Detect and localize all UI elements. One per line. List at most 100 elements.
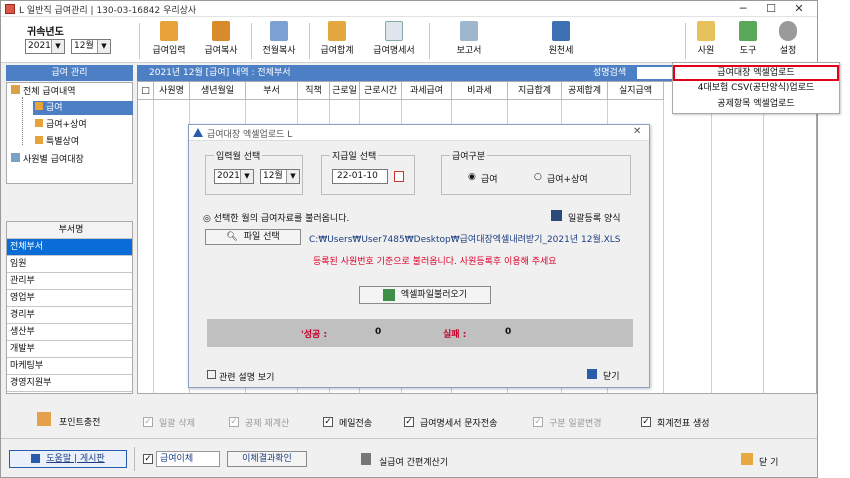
maximize-button[interactable]: ☐: [757, 1, 785, 17]
employee-button[interactable]: 사원: [691, 21, 721, 61]
menu-item-insurance-csv-upload[interactable]: 4대보험 CSV(공단양식)업로드: [673, 82, 839, 94]
send-sms-label: 급여명세서 문자전송: [420, 419, 498, 429]
grid-header[interactable]: 지급합계: [508, 82, 562, 100]
options-bar: 포인트충전 ✓ 일괄 삭제 ✓ 공제 재계산 ✓ 메일전송 ✓ 급여명세서 문자…: [1, 406, 817, 436]
app-icon: [193, 128, 203, 137]
department-item[interactable]: 경영지원부: [7, 375, 132, 392]
tree-item-special-bonus[interactable]: 특별상여: [35, 135, 79, 149]
dialog-year-value: 2021: [217, 171, 240, 181]
menu-item-pay-ledger-upload[interactable]: 급여대장 엑셀업로드: [673, 65, 839, 81]
left-panel-header: 급여 관리: [6, 65, 133, 81]
bulk-change-checkbox[interactable]: ✓: [533, 417, 543, 427]
settings-button[interactable]: 설정: [773, 21, 803, 61]
department-item[interactable]: 관리부: [7, 273, 132, 290]
payday-input[interactable]: 22-01-10: [332, 169, 388, 184]
pay-icon: [35, 102, 43, 110]
help-board-label: 도움말 | 게시판: [46, 454, 105, 464]
payslip-label: 급여명세서: [373, 46, 415, 56]
grid-header[interactable]: 공제합계: [562, 82, 608, 100]
bulk-delete-label: 일괄 삭제: [159, 419, 195, 429]
department-item[interactable]: 마케팅부: [7, 358, 132, 375]
pay-tree: 전체 급여내역 급여 급여+상여 특별상여 사원별 급여대장: [6, 82, 133, 184]
report-button[interactable]: 보고서: [447, 21, 491, 61]
calculator-link[interactable]: 실급여 간편계산기: [379, 455, 448, 468]
send-sms-checkbox[interactable]: ✓: [404, 417, 414, 427]
grid-header[interactable]: 사원명: [154, 82, 190, 100]
exit-button[interactable]: 닫 기: [759, 455, 778, 468]
department-item[interactable]: 전체부서: [7, 239, 132, 256]
tree-item-all[interactable]: 전체 급여내역: [11, 85, 76, 99]
department-item[interactable]: 경리부: [7, 307, 132, 324]
transfer-result-button[interactable]: 이체결과확인: [227, 451, 307, 467]
year-select[interactable]: 2021 ▼: [25, 39, 65, 54]
tree-item-by-employee[interactable]: 사원별 급여대장: [11, 153, 84, 167]
close-button[interactable]: ✕: [785, 1, 813, 17]
pay-icon: [35, 119, 43, 127]
year-value: 2021: [28, 41, 51, 51]
success-label: '성공 :: [301, 330, 328, 340]
payslip-button[interactable]: 급여명세서: [367, 21, 421, 61]
accounting-slip-checkbox[interactable]: ✓: [641, 417, 651, 427]
file-select-button[interactable]: 🔍︎ 파일 선택: [205, 229, 301, 245]
bulk-form-link[interactable]: 일괄등록 양식: [568, 211, 621, 224]
help-link[interactable]: 관련 설명 보기: [219, 370, 274, 383]
menu-item-deduction-upload[interactable]: 공제항목 엑셀업로드: [673, 98, 839, 110]
help-doc-icon: [207, 370, 216, 379]
name-search-input[interactable]: [637, 67, 673, 79]
grid-header[interactable]: 부서: [246, 82, 298, 100]
prev-copy-button[interactable]: 전월복사: [257, 21, 301, 61]
load-excel-button[interactable]: 엑셀파일불러오기: [359, 286, 491, 304]
grid-header[interactable]: 과세급여: [402, 82, 452, 100]
folder-icon: [11, 85, 20, 94]
pay-copy-button[interactable]: 급여복사: [199, 21, 243, 61]
grid-header-check[interactable]: □: [138, 82, 154, 100]
grid-header[interactable]: 실지급액: [608, 82, 664, 100]
department-item[interactable]: 임원: [7, 256, 132, 273]
tree-item-salary[interactable]: 급여: [33, 101, 133, 115]
excel-icon: [739, 21, 757, 41]
result-panel: '성공 : 0 실패 : 0: [207, 319, 633, 347]
pay-copy-icon: [212, 21, 230, 41]
month-select[interactable]: 12월 ▼: [71, 39, 111, 54]
department-list: 부서명 전체부서 임원 관리부 영업부 경리부 생산부 개발부 마케팅부 경영지…: [6, 221, 133, 394]
radio-salary-bonus-icon[interactable]: ○: [534, 172, 542, 182]
pay-transfer-checkbox[interactable]: ✓: [143, 454, 153, 464]
tools-button[interactable]: 도구: [733, 21, 763, 61]
calculator-icon: [361, 453, 371, 465]
pay-total-button[interactable]: 급여합계: [315, 21, 359, 61]
envelope-icon: [385, 21, 403, 41]
grid-header[interactable]: 근로일: [330, 82, 360, 100]
dialog-close-icon[interactable]: ✕: [633, 126, 641, 137]
send-mail-checkbox[interactable]: ✓: [323, 417, 333, 427]
recalc-checkbox[interactable]: ✓: [229, 417, 239, 427]
help-board-button[interactable]: 도움말 | 게시판: [9, 450, 127, 468]
period-label: 귀속년도: [27, 27, 64, 38]
grid-header[interactable]: 직책: [298, 82, 330, 100]
grid-header[interactable]: 비과세: [452, 82, 508, 100]
pay-input-icon: [160, 21, 178, 41]
minimize-button[interactable]: ─: [729, 1, 757, 17]
department-item[interactable]: 개발부: [7, 341, 132, 358]
window-title: L 일반직 급여관리 | 130-03-16842 우리상사: [19, 6, 197, 16]
pay-input-button[interactable]: 급여입력: [147, 21, 191, 61]
calendar-icon[interactable]: [394, 171, 404, 182]
grid-header[interactable]: 생년월일: [190, 82, 246, 100]
bulk-delete-checkbox[interactable]: ✓: [143, 417, 153, 427]
department-item[interactable]: 영업부: [7, 290, 132, 307]
exit-icon: [741, 453, 753, 465]
pay-type-group-label: 급여구분: [450, 149, 488, 162]
withholding-button[interactable]: 원천세: [539, 21, 583, 61]
dialog-year-select[interactable]: 2021 ▼: [214, 169, 254, 184]
pay-icon: [35, 136, 43, 144]
payday-group-label: 지급일 선택: [330, 149, 379, 162]
radio-salary-icon[interactable]: ◉: [468, 172, 476, 182]
tree-item-salary-bonus[interactable]: 급여+상여: [35, 118, 87, 132]
department-item[interactable]: 생산부: [7, 324, 132, 341]
employee-icon: [697, 21, 715, 41]
point-charge-link[interactable]: 포인트충전: [59, 415, 100, 428]
grid-header[interactable]: 근로시간: [360, 82, 402, 100]
dialog-close-button[interactable]: 닫기: [603, 369, 620, 382]
dialog-month-select[interactable]: 12월 ▼: [260, 169, 300, 184]
chevron-down-icon: ▼: [97, 40, 110, 53]
dialog-month-value: 12월: [263, 171, 283, 181]
